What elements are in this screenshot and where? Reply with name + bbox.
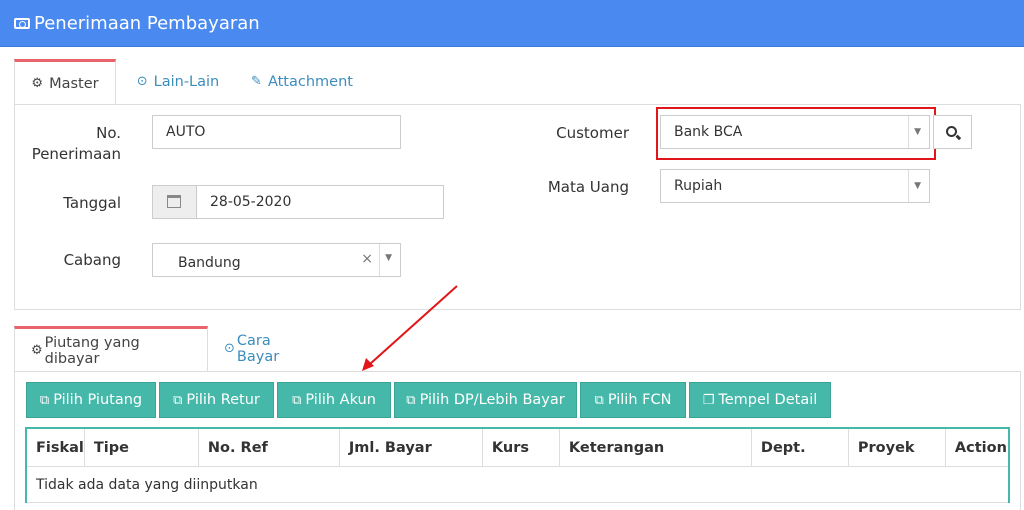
column-action: Action bbox=[944, 428, 1010, 467]
column-dept: Dept. bbox=[750, 428, 849, 467]
check-circle-icon: ⊙ bbox=[224, 341, 235, 356]
column-keterangan: Keterangan bbox=[558, 428, 752, 467]
copy-icon: ⧉ bbox=[406, 392, 416, 408]
column-fiskal: Fiskal bbox=[26, 428, 85, 467]
column-kurs: Kurs bbox=[481, 428, 560, 467]
page: Penerimaan Pembayaran ⚙ Master ⊙ Lain-La… bbox=[0, 0, 1024, 510]
table-row: Tidak ada data yang diinputkan bbox=[26, 466, 1009, 503]
tab-piutang[interactable]: ⚙ Piutang yang dibayar bbox=[14, 326, 208, 372]
pilih-akun-button[interactable]: ⧉ Pilih Akun bbox=[277, 382, 391, 418]
pilih-retur-button[interactable]: ⧉ Pilih Retur bbox=[159, 382, 274, 418]
column-proyek: Proyek bbox=[847, 428, 946, 467]
copy-icon: ⧉ bbox=[594, 392, 604, 408]
tempel-detail-button[interactable]: ❐ Tempel Detail bbox=[689, 382, 831, 418]
detail-tabs: ⚙ Piutang yang dibayar ⊙ Cara Bayar bbox=[14, 326, 332, 372]
tab-cara-bayar[interactable]: ⊙ Cara Bayar bbox=[208, 326, 332, 371]
column-no-ref: No. Ref bbox=[197, 428, 340, 467]
column-jml-bayar: Jml. Bayar bbox=[338, 428, 483, 467]
empty-message: Tidak ada data yang diinputkan bbox=[26, 466, 1009, 503]
copy-icon: ⧉ bbox=[173, 392, 183, 408]
copy-icon: ⧉ bbox=[39, 392, 50, 408]
column-tipe: Tipe bbox=[83, 428, 199, 467]
cogs-icon: ⚙ bbox=[31, 343, 43, 358]
pilih-piutang-button[interactable]: ⧉ Pilih Piutang bbox=[26, 382, 156, 418]
paste-icon: ❐ bbox=[702, 392, 715, 408]
copy-icon: ⧉ bbox=[292, 392, 302, 408]
pilih-dp-button[interactable]: ⧉ Pilih DP/Lebih Bayar bbox=[394, 382, 577, 418]
detail-table: Fiskal Tipe No. Ref Jml. Bayar Kurs Kete… bbox=[26, 428, 1010, 503]
table-header-row: Fiskal Tipe No. Ref Jml. Bayar Kurs Kete… bbox=[26, 428, 1010, 467]
pilih-fcn-button[interactable]: ⧉ Pilih FCN bbox=[580, 382, 686, 418]
